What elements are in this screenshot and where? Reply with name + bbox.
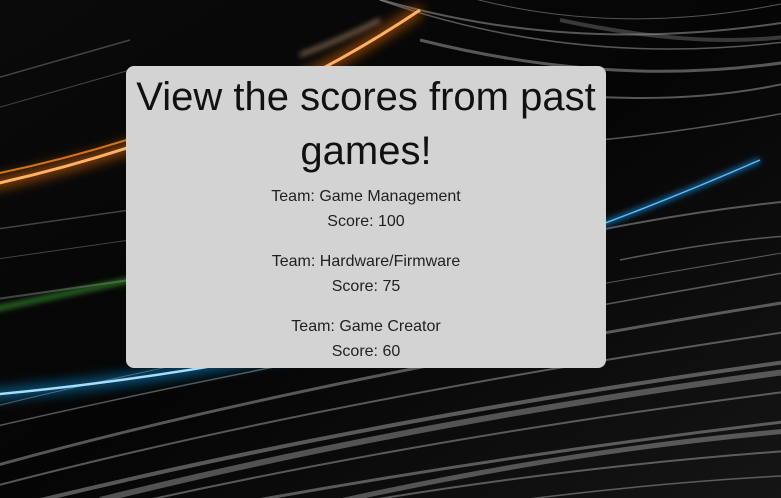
page-title: View the scores from past games! bbox=[136, 75, 596, 173]
team-name: Game Management bbox=[319, 188, 461, 205]
score-line: Score: 60 bbox=[126, 339, 606, 364]
score-line: Score: 75 bbox=[126, 274, 606, 299]
team-line: Team: Game Management bbox=[126, 184, 606, 209]
team-line: Team: Hardware/Firmware bbox=[126, 249, 606, 274]
scores-panel: View the scores from past games! Team: G… bbox=[126, 66, 606, 368]
score-prefix: Score: bbox=[327, 213, 374, 230]
score-prefix: Score: bbox=[331, 343, 378, 360]
team-line: Team: Game Creator bbox=[126, 314, 606, 339]
team-prefix: Team: bbox=[291, 318, 335, 335]
score-entry: Team: Game Creator Score: 60 bbox=[126, 314, 606, 364]
team-name: Game Creator bbox=[339, 318, 441, 335]
score-entry: Team: Hardware/Firmware Score: 75 bbox=[126, 249, 606, 299]
score-value: 60 bbox=[382, 343, 401, 360]
team-prefix: Team: bbox=[271, 188, 315, 205]
score-line: Score: 100 bbox=[126, 209, 606, 234]
score-value: 75 bbox=[382, 278, 401, 295]
score-prefix: Score: bbox=[331, 278, 378, 295]
score-value: 100 bbox=[378, 213, 405, 230]
score-list: Team: Game Management Score: 100 Team: H… bbox=[126, 184, 606, 364]
team-name: Hardware/Firmware bbox=[319, 253, 461, 270]
score-entry: Team: Game Management Score: 100 bbox=[126, 184, 606, 234]
team-prefix: Team: bbox=[271, 253, 316, 270]
